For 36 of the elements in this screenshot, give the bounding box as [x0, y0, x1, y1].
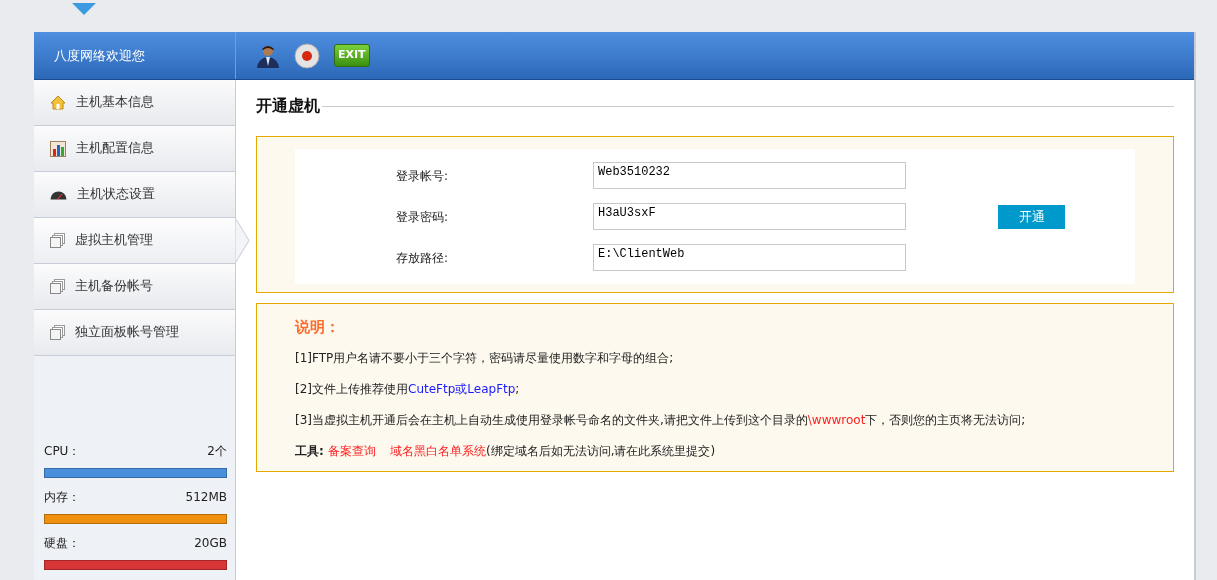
sidebar-item[interactable]: 主机状态设置 [34, 172, 235, 218]
bar-chart-icon [50, 140, 66, 157]
input-field[interactable]: Web3510232 [593, 162, 906, 189]
stat-value: 20GB [194, 535, 227, 552]
stat-value: 2个 [207, 443, 227, 460]
field-label: 登录密码: [395, 208, 450, 226]
pages-icon [50, 325, 65, 340]
note-text: 工具: 备案查询 域名黑白名单系统(绑定域名后如无法访问,请在此系统里提交) [295, 442, 717, 460]
sidebar-item[interactable]: 主机备份帐号 [34, 264, 235, 310]
user-icon[interactable] [256, 43, 280, 68]
link[interactable]: 域名黑白名单系统 [390, 443, 486, 458]
notes-title: 说明： [295, 317, 341, 338]
welcome-text: 八度网络欢迎您 [54, 46, 145, 65]
stat-label: 内存： [44, 489, 80, 506]
stat-label: 硬盘： [44, 535, 80, 552]
stat-label: CPU： [44, 443, 81, 460]
sidebar-item[interactable]: 虚拟主机管理 [34, 218, 235, 264]
sidebar-item[interactable]: 主机配置信息 [34, 126, 235, 172]
field-label: 登录帐号: [395, 167, 450, 185]
home-icon [50, 95, 66, 110]
logo-icon [70, 2, 98, 17]
note-text: [2]文件上传推荐使用CuteFtp或LeapFtp; [295, 380, 521, 398]
note-text: [3]当虚拟主机开通后会在主机上自动生成使用登录帐号命名的文件夹,请把文件上传到这个目录的\wwwroot下，否则您的主页将无法访问; [295, 411, 1027, 429]
input-field[interactable]: E:\ClientWeb [593, 244, 906, 271]
stat-value: 512MB [185, 489, 227, 506]
page-title: 开通虚机 [256, 95, 320, 117]
gauge-icon [50, 189, 67, 200]
sidebar-item[interactable]: 主机基本信息 [34, 80, 235, 126]
record-icon[interactable] [294, 42, 320, 69]
input-field[interactable]: H3aU3sxF [593, 203, 906, 230]
link[interactable]: 备案查询 [328, 443, 376, 458]
field-label: 存放路径: [395, 249, 450, 267]
note-text: [1]FTP用户名请不要小于三个字符，密码请尽量使用数字和字母的组合; [295, 349, 675, 367]
pages-icon [50, 279, 65, 294]
pages-icon [50, 233, 65, 248]
sidebar-item[interactable]: 独立面板帐号管理 [34, 310, 235, 356]
